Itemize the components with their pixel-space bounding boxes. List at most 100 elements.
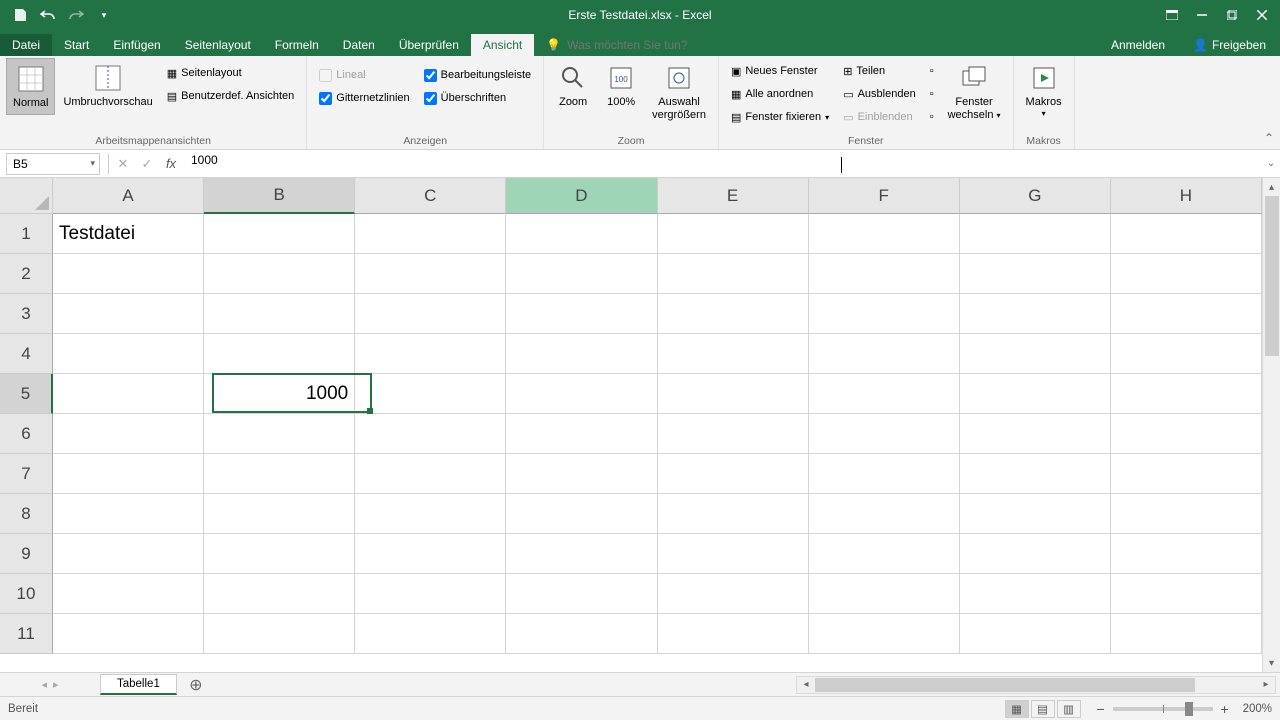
cell[interactable]	[809, 494, 960, 534]
row-header[interactable]: 11	[0, 614, 53, 654]
cell[interactable]	[506, 454, 657, 494]
select-all-corner[interactable]	[0, 178, 53, 214]
cell[interactable]	[809, 414, 960, 454]
row-header[interactable]: 5	[0, 374, 53, 414]
cell[interactable]	[1111, 294, 1262, 334]
zoom-button[interactable]: Zoom	[550, 58, 596, 113]
column-header[interactable]: D	[506, 178, 657, 214]
cell[interactable]	[506, 574, 657, 614]
cell[interactable]	[204, 414, 355, 454]
expand-formula-bar-icon[interactable]: ⌄	[1262, 158, 1280, 169]
tab-file[interactable]: Datei	[0, 34, 52, 56]
row-header[interactable]: 8	[0, 494, 53, 534]
zoom-slider[interactable]	[1113, 707, 1213, 711]
cell[interactable]	[809, 254, 960, 294]
cell[interactable]	[809, 334, 960, 374]
tell-me[interactable]: 💡	[534, 34, 739, 56]
cell[interactable]	[960, 614, 1111, 654]
tab-start[interactable]: Start	[52, 34, 101, 56]
row-header[interactable]: 1	[0, 214, 53, 254]
undo-icon[interactable]	[36, 3, 60, 27]
split-button[interactable]: ⊞Teilen	[837, 60, 922, 82]
cell[interactable]	[960, 254, 1111, 294]
cell[interactable]	[658, 534, 809, 574]
row-header[interactable]: 4	[0, 334, 53, 374]
cell[interactable]	[809, 574, 960, 614]
view-mode-pagebreak[interactable]: ▥	[1057, 700, 1081, 718]
cell[interactable]	[1111, 614, 1262, 654]
scroll-up-icon[interactable]: ▴	[1263, 178, 1280, 196]
cell[interactable]	[53, 454, 204, 494]
cell[interactable]	[204, 534, 355, 574]
cell[interactable]	[658, 574, 809, 614]
cell[interactable]	[53, 294, 204, 334]
cell[interactable]	[658, 214, 809, 254]
signin-button[interactable]: Anmelden	[1097, 34, 1179, 56]
arrange-all-button[interactable]: ▦Alle anordnen	[725, 83, 835, 105]
cell[interactable]	[960, 534, 1111, 574]
cell[interactable]	[53, 334, 204, 374]
cell[interactable]	[204, 334, 355, 374]
formulabar-checkbox[interactable]: Bearbeitungsleiste	[418, 64, 538, 86]
scroll-right-icon[interactable]: ▸	[1257, 679, 1275, 690]
tell-me-input[interactable]	[567, 38, 727, 52]
cell[interactable]	[204, 214, 355, 254]
name-box[interactable]: B5	[6, 153, 100, 175]
column-header[interactable]: E	[658, 178, 809, 214]
view-mode-pagelayout[interactable]: ▤	[1031, 700, 1055, 718]
cell[interactable]	[1111, 454, 1262, 494]
cell[interactable]	[506, 254, 657, 294]
zoom-selection-button[interactable]: Auswahlvergrößern	[646, 58, 712, 126]
cell[interactable]	[506, 214, 657, 254]
tab-view[interactable]: Ansicht	[471, 34, 534, 56]
cell[interactable]	[1111, 334, 1262, 374]
cell[interactable]	[960, 334, 1111, 374]
cell[interactable]	[506, 294, 657, 334]
row-header[interactable]: 3	[0, 294, 53, 334]
cell[interactable]	[809, 534, 960, 574]
cell[interactable]	[658, 494, 809, 534]
tab-data[interactable]: Daten	[331, 34, 387, 56]
cell[interactable]	[809, 614, 960, 654]
sheet-nav-next-icon[interactable]: ▸	[53, 678, 59, 691]
tab-pagelayout[interactable]: Seitenlayout	[173, 34, 263, 56]
cell[interactable]	[960, 454, 1111, 494]
share-button[interactable]: 👤 Freigeben	[1179, 34, 1280, 56]
cell[interactable]	[658, 454, 809, 494]
freeze-panes-button[interactable]: ▤Fenster fixieren ▾	[725, 106, 835, 128]
cell[interactable]	[658, 414, 809, 454]
cell[interactable]	[506, 374, 657, 414]
cell[interactable]	[204, 574, 355, 614]
cell[interactable]	[960, 374, 1111, 414]
accept-formula-icon[interactable]: ✓	[135, 153, 159, 175]
cell[interactable]	[1111, 534, 1262, 574]
zoom-100-button[interactable]: 100 100%	[598, 58, 644, 113]
scroll-left-icon[interactable]: ◂	[797, 679, 815, 690]
tab-insert[interactable]: Einfügen	[101, 34, 172, 56]
cell[interactable]	[204, 494, 355, 534]
view-mode-normal[interactable]: ▦	[1005, 700, 1029, 718]
cell[interactable]	[53, 254, 204, 294]
cell[interactable]	[960, 414, 1111, 454]
minimize-icon[interactable]	[1188, 3, 1216, 27]
cell[interactable]	[506, 494, 657, 534]
cell[interactable]	[53, 414, 204, 454]
cell[interactable]	[204, 294, 355, 334]
add-sheet-button[interactable]: ⊕	[185, 674, 207, 696]
save-icon[interactable]	[8, 3, 32, 27]
tab-review[interactable]: Überprüfen	[387, 34, 471, 56]
tab-formulas[interactable]: Formeln	[263, 34, 331, 56]
headings-checkbox[interactable]: Überschriften	[418, 87, 538, 109]
cell[interactable]	[355, 454, 506, 494]
gridlines-checkbox[interactable]: Gitternetzlinien	[313, 87, 415, 109]
cell[interactable]	[355, 414, 506, 454]
column-header[interactable]: A	[53, 178, 204, 214]
vscroll-thumb[interactable]	[1265, 196, 1279, 356]
horizontal-scrollbar[interactable]: ◂ ▸	[796, 676, 1276, 694]
cell[interactable]	[960, 494, 1111, 534]
scroll-down-icon[interactable]: ▾	[1263, 654, 1280, 672]
cell[interactable]	[506, 414, 657, 454]
redo-icon[interactable]	[64, 3, 88, 27]
normal-view-button[interactable]: Normal	[6, 58, 55, 115]
cell[interactable]	[204, 254, 355, 294]
